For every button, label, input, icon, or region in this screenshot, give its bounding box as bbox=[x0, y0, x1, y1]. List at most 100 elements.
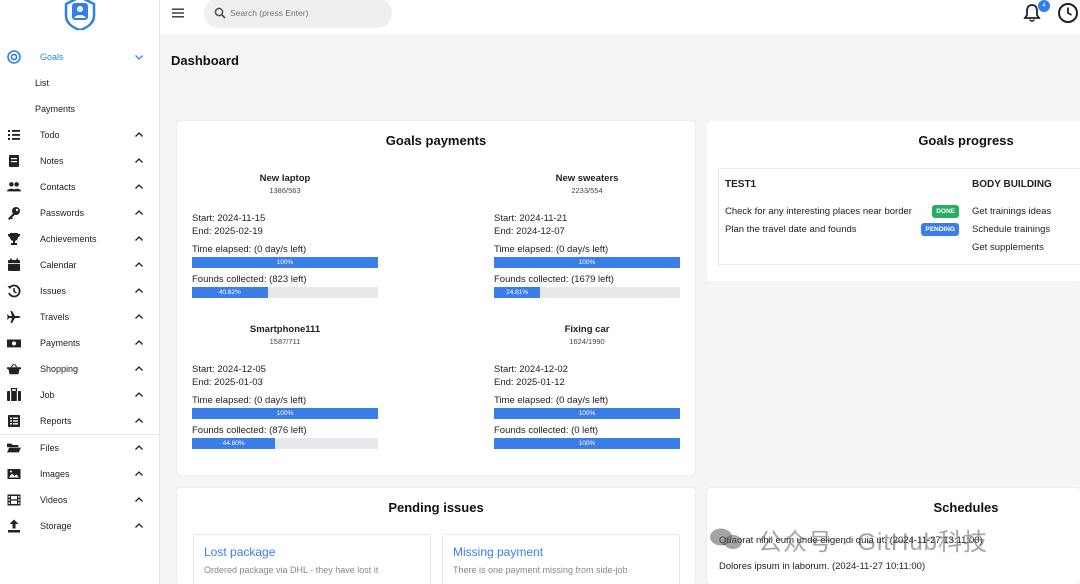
goal-end-date: End: 2025-01-03 bbox=[192, 377, 263, 388]
goals-payments-card: Goals payments New laptop 1386/563 Start: … bbox=[177, 121, 695, 475]
sidebar-subitem-payments[interactable]: Payments bbox=[0, 96, 160, 122]
sidebar-item-label: Issues bbox=[40, 286, 67, 296]
time-progress-fill: 100% bbox=[192, 257, 378, 268]
sidebar-item-label: Todo bbox=[40, 130, 60, 140]
chevron-up-icon bbox=[135, 445, 143, 450]
sidebar-item-job[interactable]: Job bbox=[0, 382, 160, 408]
goal-tile[interactable]: New laptop 1386/563 Start: 2024-11-15 End: … bbox=[192, 173, 378, 298]
sidebar-item-issues[interactable]: Issues bbox=[0, 278, 160, 304]
sidebar-item-goals[interactable]: Goals bbox=[0, 44, 160, 70]
schedule-item[interactable]: Dolores ipsum in laborum. (2024-11-27 10… bbox=[719, 561, 925, 572]
issue-card[interactable]: Missing payment There is one payment mis… bbox=[442, 534, 680, 584]
history-icon bbox=[7, 284, 21, 298]
trophy-icon bbox=[7, 232, 21, 246]
chevron-up-icon bbox=[135, 392, 143, 397]
time-progress-bar: 100% bbox=[494, 257, 680, 268]
sidebar-item-label: Storage bbox=[40, 521, 72, 531]
issue-title[interactable]: Lost package bbox=[204, 545, 420, 559]
goal-name: Smartphone111 bbox=[249, 324, 321, 335]
card-title: Goals payments bbox=[385, 133, 487, 148]
goal-tile[interactable]: New sweaters 2233/554 Start: 2024-11-21 End… bbox=[494, 173, 680, 298]
sidebar-item-shopping[interactable]: Shopping bbox=[0, 356, 160, 382]
app-logo[interactable] bbox=[62, 0, 98, 30]
time-progress-fill: 100% bbox=[494, 408, 680, 419]
goal-task[interactable]: Plan the travel date and founds PENDING bbox=[725, 220, 959, 238]
clock-icon[interactable] bbox=[1057, 2, 1079, 24]
goal-end-date: End: 2024-12-07 bbox=[494, 226, 565, 237]
goal-task-text: Check for any interesting places near bo… bbox=[725, 205, 912, 217]
sidebar-item-videos[interactable]: Videos bbox=[0, 487, 160, 513]
chevron-up-icon bbox=[135, 340, 143, 345]
sidebar-item-calendar[interactable]: Calendar bbox=[0, 252, 160, 278]
search-input[interactable] bbox=[230, 8, 380, 18]
plane-icon bbox=[7, 310, 21, 324]
issue-description: Ordered package via DHL - they have lost… bbox=[204, 565, 379, 575]
sidebar-item-label: Passwords bbox=[40, 208, 85, 218]
funds-collected-label: Founds collected: (0 left) bbox=[494, 425, 599, 436]
sidebar-item-label: Files bbox=[40, 443, 60, 453]
sidebar-item-payments[interactable]: Payments bbox=[0, 330, 160, 356]
sidebar-item-notes[interactable]: Notes bbox=[0, 148, 160, 174]
issue-card[interactable]: Lost package Ordered package via DHL - t… bbox=[193, 534, 431, 584]
funds-progress-bar: 24.81% bbox=[494, 287, 680, 298]
funds-progress-fill: 44.80% bbox=[192, 438, 276, 449]
goal-group-body-building[interactable]: BODY BUILDING Get trainings ideas Schedu… bbox=[965, 168, 1080, 265]
money-icon bbox=[7, 336, 21, 350]
chevron-up-icon bbox=[135, 184, 143, 189]
logo-wrap bbox=[0, 0, 159, 34]
sidebar-subitem-list[interactable]: List bbox=[0, 70, 160, 96]
sidebar-item-files[interactable]: Files bbox=[0, 435, 160, 461]
sidebar-nav: Goals List Payments Todo Notes Contacts … bbox=[0, 44, 160, 539]
sidebar-item-todo[interactable]: Todo bbox=[0, 122, 160, 148]
goal-task-text: Plan the travel date and founds bbox=[725, 223, 857, 235]
sidebar-item-travels[interactable]: Travels bbox=[0, 304, 160, 330]
chevron-up-icon bbox=[135, 158, 143, 163]
goals-progress-panel: Goals progress TEST1 Check for any inter… bbox=[707, 121, 1080, 281]
goal-tile[interactable]: Fixing car 1624/1990 Start: 2024-12-02 End:… bbox=[494, 324, 680, 449]
funds-progress-fill: 40.62% bbox=[192, 287, 268, 298]
film-icon bbox=[7, 493, 21, 507]
issue-title[interactable]: Missing payment bbox=[453, 545, 669, 559]
goal-task-text: Schedule trainings bbox=[972, 223, 1051, 235]
image-icon bbox=[7, 467, 21, 481]
funds-progress-bar: 100% bbox=[494, 438, 680, 449]
time-progress-fill: 100% bbox=[494, 257, 680, 268]
note-icon bbox=[7, 154, 21, 168]
card-title: Pending issues bbox=[388, 500, 484, 515]
goal-amount: 1386/563 bbox=[269, 186, 301, 195]
chevron-up-icon bbox=[135, 418, 143, 423]
goal-group-title: TEST1 bbox=[725, 179, 757, 190]
time-progress-bar: 100% bbox=[494, 408, 680, 419]
goal-name: Fixing car bbox=[564, 324, 610, 335]
goal-group-test1[interactable]: TEST1 Check for any interesting places n… bbox=[718, 168, 966, 265]
funds-collected-label: Founds collected: (823 left) bbox=[192, 274, 307, 285]
sidebar-item-label: Contacts bbox=[40, 182, 76, 192]
sidebar-item-label: Goals bbox=[40, 52, 64, 62]
chevron-down-icon bbox=[135, 55, 143, 60]
goal-task[interactable]: Get supplements bbox=[972, 238, 1080, 256]
goal-task[interactable]: Check for any interesting places near bo… bbox=[725, 202, 959, 220]
sidebar-item-achievements[interactable]: Achievements bbox=[0, 226, 160, 252]
funds-collected-label: Founds collected: (1679 left) bbox=[494, 274, 614, 285]
search-icon bbox=[214, 7, 226, 19]
chevron-up-icon bbox=[135, 132, 143, 137]
goal-start-date: Start: 2024-12-02 bbox=[494, 364, 568, 375]
sidebar-item-contacts[interactable]: Contacts bbox=[0, 174, 160, 200]
sidebar-item-reports[interactable]: Reports bbox=[0, 408, 160, 434]
goal-end-date: End: 2025-01-12 bbox=[494, 377, 565, 388]
sidebar-item-label: Videos bbox=[40, 495, 68, 505]
report-icon bbox=[7, 414, 21, 428]
goal-tile[interactable]: Smartphone111 1587/711 Start: 2024-12-05 En… bbox=[192, 324, 378, 449]
sidebar-item-passwords[interactable]: Passwords bbox=[0, 200, 160, 226]
goal-task[interactable]: Schedule trainings bbox=[972, 220, 1080, 238]
sidebar-item-images[interactable]: Images bbox=[0, 461, 160, 487]
funds-collected-label: Founds collected: (876 left) bbox=[192, 425, 307, 436]
basket-icon bbox=[7, 362, 21, 376]
menu-icon[interactable] bbox=[172, 7, 184, 19]
goal-task[interactable]: Get trainings ideas bbox=[972, 202, 1080, 220]
topbar: 4 bbox=[160, 0, 1080, 34]
sidebar-item-label: Achievements bbox=[40, 234, 97, 244]
chevron-up-icon bbox=[135, 210, 143, 215]
search-box[interactable] bbox=[204, 0, 392, 28]
sidebar-item-storage[interactable]: Storage bbox=[0, 513, 160, 539]
